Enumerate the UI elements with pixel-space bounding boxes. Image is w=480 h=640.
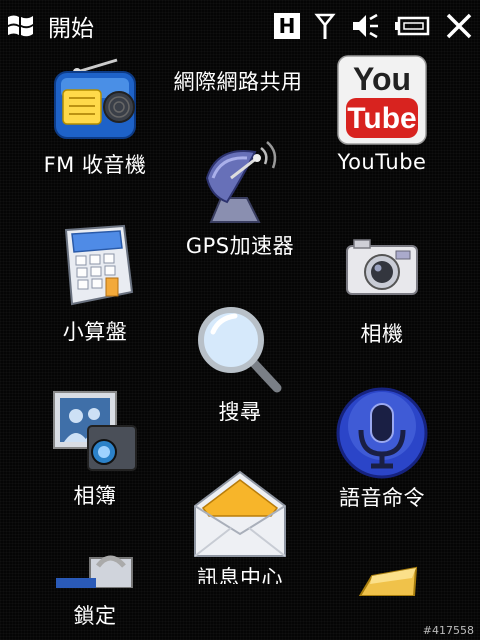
photo-album-icon	[53, 391, 137, 471]
tile-label: 訊息中心	[197, 566, 283, 584]
youtube-icon: You Tube	[337, 55, 427, 145]
tile-label: 相簿	[73, 484, 117, 508]
envelope-icon	[194, 470, 286, 557]
tile-label: YouTube	[337, 150, 427, 174]
tile-label: FM 收音機	[43, 153, 147, 177]
tile-messaging[interactable]: 訊息中心	[160, 470, 320, 584]
start-title: 開始	[48, 16, 94, 42]
tile-fm-radio[interactable]: FM 收音機	[15, 56, 175, 179]
svg-text:Tube: Tube	[347, 102, 416, 135]
radio-icon	[54, 58, 136, 139]
tile-youtube[interactable]: You Tube YouTube	[302, 54, 462, 174]
windows-flag-icon	[8, 15, 33, 37]
watermark: #417558	[422, 624, 474, 637]
h-network-icon[interactable]: H	[274, 13, 300, 39]
signal-icon[interactable]	[314, 11, 336, 41]
tile-label: 鎖定	[73, 604, 117, 628]
status-bar: 開始 H	[0, 0, 480, 52]
tile-label: 相機	[360, 322, 404, 346]
camera-icon	[346, 239, 418, 295]
tile-lock[interactable]: 鎖定	[15, 552, 175, 630]
tile-voice-command[interactable]: 語音命令	[302, 386, 462, 512]
tile-search[interactable]: 搜尋	[160, 304, 320, 426]
tile-calculator[interactable]: 小算盤	[15, 222, 175, 346]
folder-icon[interactable]	[352, 564, 422, 596]
svg-text:You: You	[353, 61, 411, 97]
tile-label: 小算盤	[62, 320, 128, 344]
tile-gps[interactable]: GPS加速器	[160, 138, 320, 260]
microphone-icon	[336, 387, 428, 479]
calculator-icon	[64, 224, 134, 306]
tile-internet-sharing[interactable]: 網際網路共用	[158, 66, 318, 96]
satellite-dish-icon	[205, 141, 277, 223]
battery-icon[interactable]	[394, 14, 430, 38]
tile-label: 語音命令	[339, 486, 425, 510]
tile-camera[interactable]: 相機	[302, 236, 462, 348]
lock-icon	[56, 555, 133, 588]
start-button[interactable]: 開始	[6, 8, 94, 44]
tile-label: 網際網路共用	[173, 70, 303, 94]
magnifier-icon	[198, 307, 282, 393]
tile-label: 搜尋	[218, 400, 262, 424]
tile-album[interactable]: 相簿	[15, 388, 175, 510]
close-icon[interactable]	[444, 11, 474, 41]
tile-label: GPS加速器	[185, 234, 295, 258]
volume-muted-icon[interactable]	[350, 11, 380, 41]
